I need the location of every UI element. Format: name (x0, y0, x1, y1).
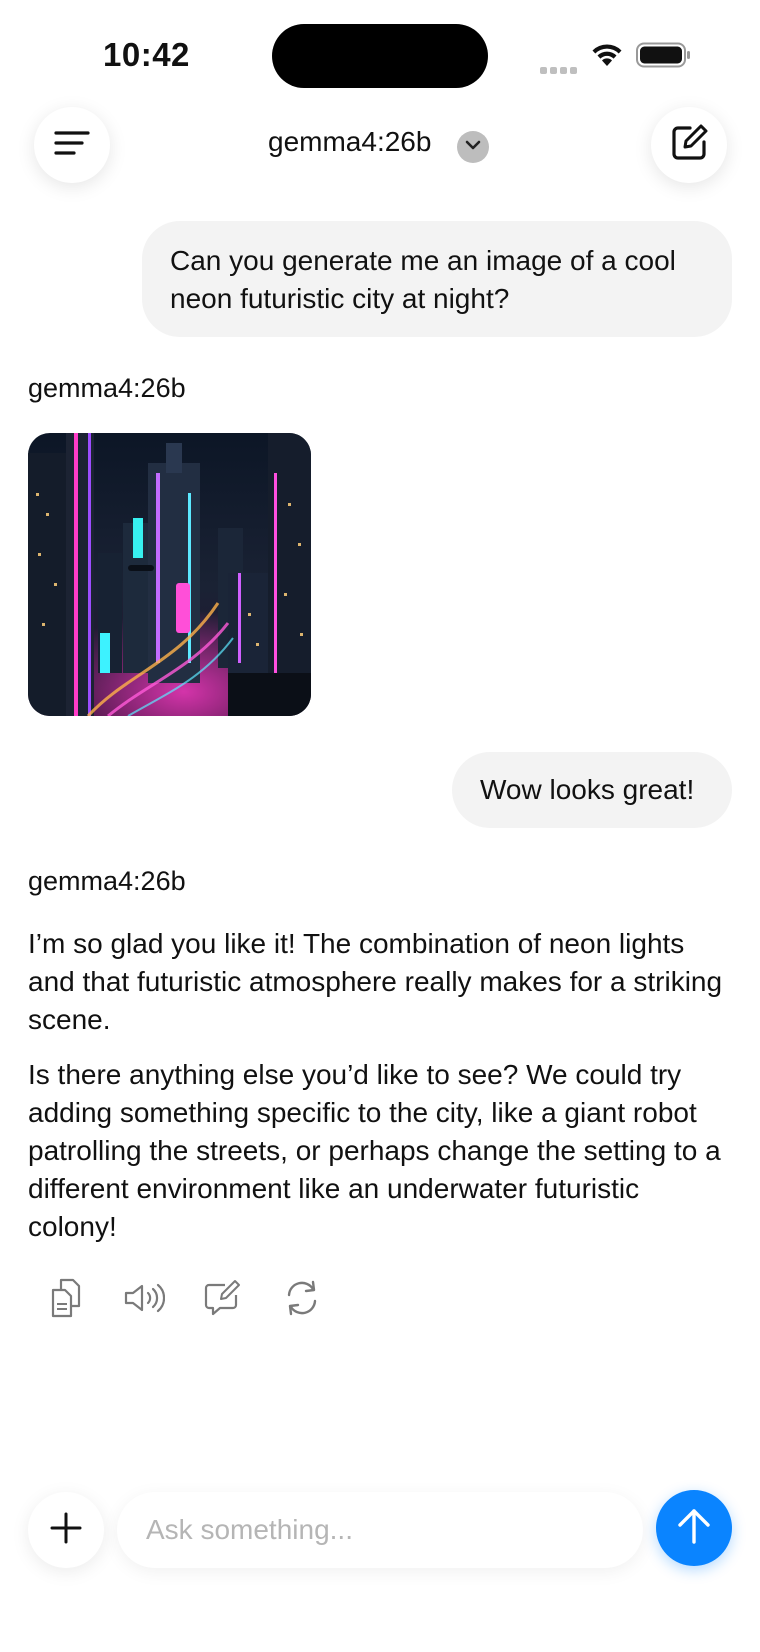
user-message[interactable]: Can you generate me an image of a cool n… (142, 221, 732, 337)
new-chat-button[interactable] (651, 107, 727, 183)
generated-image[interactable] (28, 433, 311, 716)
regenerate-icon[interactable] (280, 1276, 324, 1320)
wifi-icon (590, 42, 624, 73)
assistant-name: gemma4:26b (28, 373, 186, 403)
model-selector-label[interactable]: gemma4:26b (268, 126, 431, 158)
battery-icon (636, 42, 692, 73)
chevron-down-icon (465, 138, 481, 156)
attach-button[interactable] (28, 1492, 104, 1568)
sidebar-menu-button[interactable] (34, 107, 110, 183)
send-button[interactable] (656, 1490, 732, 1566)
message-input[interactable] (117, 1492, 643, 1568)
header-background (0, 95, 760, 225)
assistant-message-paragraph: I’m so glad you like it! The combination… (28, 928, 723, 1035)
speaker-icon[interactable] (122, 1276, 166, 1320)
edit-message-icon[interactable] (201, 1276, 245, 1320)
arrow-up-icon (676, 1506, 712, 1551)
assistant-name: gemma4:26b (28, 866, 186, 896)
status-time: 10:42 (103, 36, 190, 73)
assistant-message-paragraph: Is there anything else you’d like to see… (28, 1059, 721, 1242)
cellular-signal-icon (540, 61, 580, 79)
model-selector-chevron[interactable] (457, 131, 489, 163)
menu-icon (54, 129, 90, 162)
copy-icon[interactable] (44, 1276, 88, 1320)
compose-icon (670, 124, 708, 167)
dynamic-island (272, 24, 488, 88)
plus-icon (50, 1512, 82, 1549)
message-input-container (117, 1492, 643, 1568)
user-message[interactable]: Wow looks great! (452, 752, 732, 828)
